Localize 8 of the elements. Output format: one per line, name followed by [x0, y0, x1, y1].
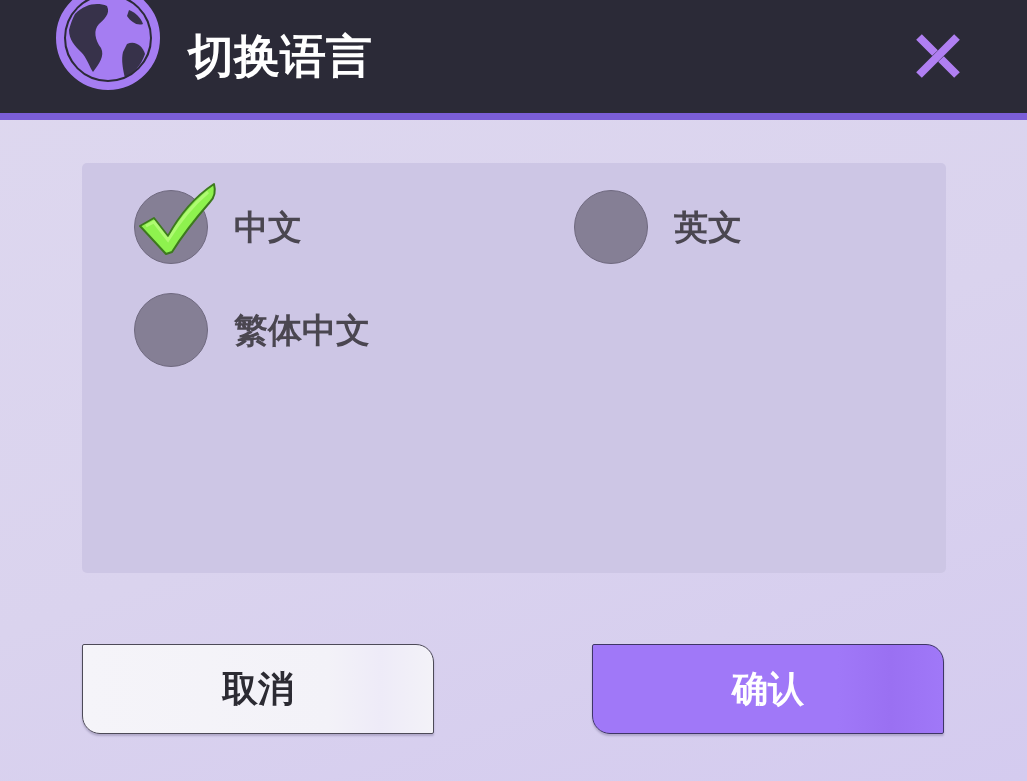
language-label: 英文: [674, 206, 742, 249]
dialog-title: 切换语言: [188, 28, 372, 85]
language-label: 繁体中文: [234, 309, 370, 352]
check-icon: [138, 182, 218, 256]
close-button[interactable]: [915, 33, 961, 79]
language-label: 中文: [234, 206, 302, 249]
close-icon: [915, 33, 961, 79]
cancel-button[interactable]: 取消: [82, 644, 434, 734]
